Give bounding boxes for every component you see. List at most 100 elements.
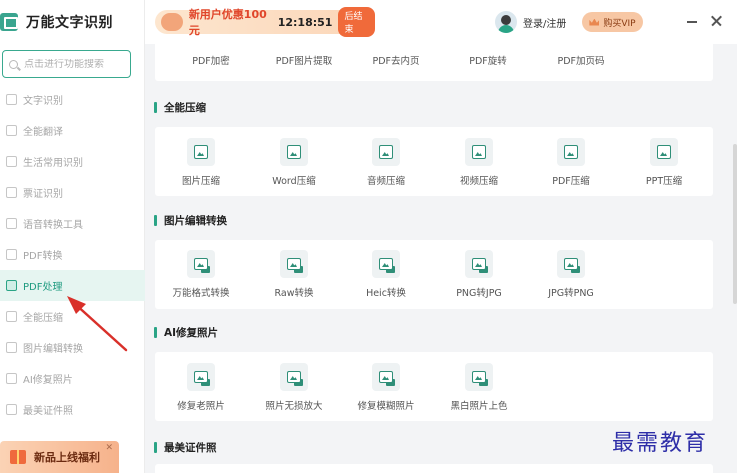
sidebar-item-pdf-process[interactable]: PDF处理 [0,270,145,301]
sidebar-item-label: 生活常用识别 [23,158,83,169]
tool-label: Word压缩 [272,176,316,187]
id-photo-tools-card [155,464,713,473]
sidebar-item-ticket-ocr[interactable]: 票证识别 [0,177,145,208]
tool-ppt-compress[interactable]: PPT压缩 [618,138,710,187]
sidebar-item-label: 全能翻译 [23,127,63,138]
tool-pdf-encrypt[interactable]: PDF加密 [165,53,257,67]
sidebar-item-label: 票证识别 [23,189,63,200]
offer-text: 新用户优惠100元 [188,8,267,37]
sidebar-item-label: 文字识别 [23,96,63,107]
compress-icon [6,311,17,322]
tool-heic-convert[interactable]: Heic转换 [340,250,432,299]
gift-icon [10,450,26,464]
app-logo-icon [0,13,18,31]
tool-label: 图片压缩 [181,176,220,187]
colorize-icon [465,363,493,391]
sidebar-item-id-photo[interactable]: 最美证件照 [0,394,145,425]
tool-label: Heic转换 [366,288,406,299]
sidebar-item-compress[interactable]: 全能压缩 [0,301,145,332]
sidebar-item-ai-repair[interactable]: AI修复照片 [0,363,145,394]
tool-label: PDF加密 [192,56,230,67]
tool-label: PDF图片提取 [275,56,333,67]
sidebar-item-text-ocr[interactable]: 文字识别 [0,84,145,115]
tool-lossless-upscale[interactable]: 照片无损放大 [248,363,340,412]
top-bar: 新用户优惠100元 12:18:51 后结束 登录/注册 购买VIP [145,0,737,44]
tool-raw-convert[interactable]: Raw转换 [248,250,340,299]
id-photo-icon [6,404,17,415]
login-register-link[interactable]: 登录/注册 [523,15,566,30]
sidebar-item-label: 图片编辑转换 [23,344,83,355]
tool-label: 视频压缩 [459,176,498,187]
sidebar-nav: 文字识别 全能翻译 生活常用识别 票证识别 语音转换工具 PDF转换 PDF处理… [0,84,145,425]
avatar[interactable] [495,11,517,33]
tool-label: PDF旋转 [469,56,507,67]
jpg-to-png-icon [557,250,585,278]
tool-format-convert[interactable]: 万能格式转换 [155,250,247,299]
tool-video-compress[interactable]: 视频压缩 [433,138,525,187]
scrollbar-thumb[interactable] [733,144,737,304]
tool-image-compress[interactable]: 图片压缩 [155,138,247,187]
video-compress-icon [465,138,493,166]
scrollbar[interactable] [733,44,737,473]
tool-jpg-to-png[interactable]: JPG转PNG [525,250,617,299]
sidebar-item-translate[interactable]: 全能翻译 [0,115,145,146]
image-compress-icon [187,138,215,166]
ppt-compress-icon [650,138,678,166]
image-edit-tools-card: 万能格式转换 Raw转换 Heic转换 PNG转JPG JPG转PNG [155,240,713,309]
ai-repair-tools-card: 修复老照片 照片无损放大 修复模糊照片 黑白照片上色 [155,352,713,421]
sidebar-item-audio[interactable]: 语音转换工具 [0,208,145,239]
promo-label: 新品上线福利 [34,451,100,464]
tool-repair-old-photo[interactable]: 修复老照片 [155,363,247,412]
sidebar-item-pdf-convert[interactable]: PDF转换 [0,239,145,270]
buy-vip-label: 购买VIP [603,18,636,29]
tool-pdf-remove-page[interactable]: PDF去内页 [350,53,442,67]
main-content: PDF加密 PDF图片提取 PDF去内页 PDF旋转 PDF加页码 全能压缩 图… [145,44,737,473]
tool-repair-blurry-photo[interactable]: 修复模糊照片 [340,363,432,412]
tool-colorize-photo[interactable]: 黑白照片上色 [433,363,525,412]
search-box[interactable] [2,50,131,78]
tool-png-to-jpg[interactable]: PNG转JPG [433,250,525,299]
word-compress-icon [280,138,308,166]
raw-convert-icon [280,250,308,278]
sidebar-item-life-ocr[interactable]: 生活常用识别 [0,146,145,177]
tool-label: PDF压缩 [552,176,590,187]
tool-label: Raw转换 [274,288,314,299]
image-convert-icon [187,250,215,278]
tool-pdf-rotate[interactable]: PDF旋转 [442,53,534,67]
tool-label: 黑白照片上色 [450,401,508,412]
promo-banner[interactable]: 新品上线福利 ✕ [0,441,119,473]
offer-end-badge: 后结束 [338,7,375,37]
close-icon[interactable]: ✕ [105,443,113,453]
pdf-process-icon [6,280,17,291]
life-scan-icon [6,156,17,167]
section-title-ai-repair: AI修复照片 [154,325,218,340]
tool-label: PDF加页码 [557,56,605,67]
new-user-offer-banner[interactable]: 新用户优惠100元 12:18:51 后结束 [155,7,375,37]
compress-tools-card: 图片压缩 Word压缩 音频压缩 视频压缩 PDF压缩 PPT压缩 [155,127,713,196]
minimize-icon[interactable] [685,14,699,28]
translate-icon [6,125,17,136]
section-title-compress: 全能压缩 [154,100,206,115]
sidebar-item-label: 语音转换工具 [23,220,83,231]
buy-vip-button[interactable]: 购买VIP [582,12,643,32]
sidebar-item-image-edit[interactable]: 图片编辑转换 [0,332,145,363]
app-title: 万能文字识别 [26,15,113,31]
sidebar-item-label: PDF转换 [23,251,63,262]
tool-audio-compress[interactable]: 音频压缩 [340,138,432,187]
png-to-jpg-icon [465,250,493,278]
tool-label: PPT压缩 [645,176,683,187]
tool-label: PDF去内页 [372,56,420,67]
sidebar-item-label: 全能压缩 [23,313,63,324]
tool-pdf-compress[interactable]: PDF压缩 [525,138,617,187]
tool-label: 音频压缩 [366,176,405,187]
tool-label: 万能格式转换 [172,288,230,299]
coupon-icon [161,13,183,31]
search-input[interactable] [24,58,124,70]
tool-pdf-image-extract[interactable]: PDF图片提取 [258,53,350,67]
crown-icon [589,18,600,26]
close-window-icon[interactable] [710,14,724,28]
tool-word-compress[interactable]: Word压缩 [248,138,340,187]
old-photo-icon [187,363,215,391]
pdf-tools-card: PDF加密 PDF图片提取 PDF去内页 PDF旋转 PDF加页码 [155,44,713,81]
tool-pdf-page-number[interactable]: PDF加页码 [535,53,627,67]
